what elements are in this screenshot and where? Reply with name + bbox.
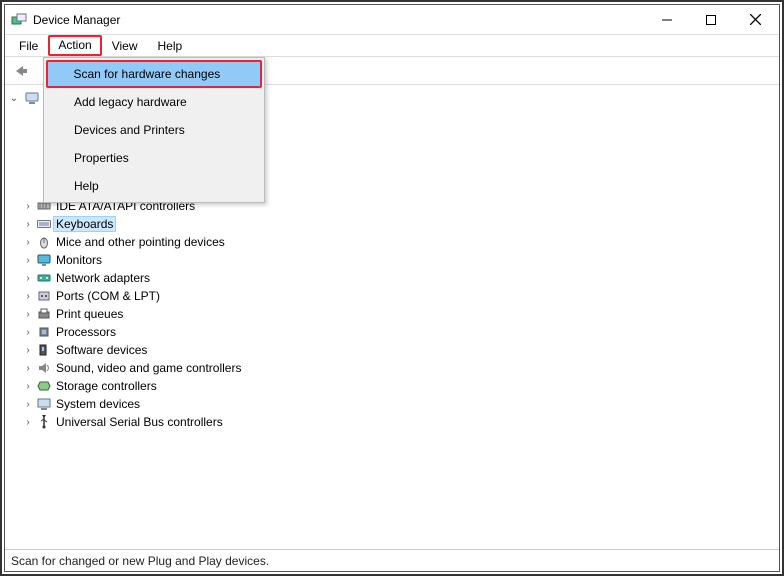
keyboard-icon <box>35 217 53 231</box>
tree-item[interactable]: › Mice and other pointing devices <box>21 233 777 251</box>
tree-item[interactable]: › Ports (COM & LPT) <box>21 287 777 305</box>
tree-item-label: Sound, video and game controllers <box>53 360 244 376</box>
maximize-button[interactable] <box>689 6 733 34</box>
expand-icon[interactable]: › <box>21 219 35 230</box>
tree-item-label: Keyboards <box>53 216 116 232</box>
tree-item-label: Universal Serial Bus controllers <box>53 414 226 430</box>
printer-icon <box>35 307 53 321</box>
window-controls <box>645 6 777 34</box>
expand-icon[interactable]: › <box>21 255 35 266</box>
menu-properties[interactable]: Properties <box>46 144 262 172</box>
menu-scan-hardware[interactable]: Scan for hardware changes <box>46 60 262 88</box>
cpu-icon <box>35 325 53 339</box>
tree-item[interactable]: › Keyboards <box>21 215 777 233</box>
expand-icon[interactable]: › <box>21 291 35 302</box>
tree-item[interactable]: › Print queues <box>21 305 777 323</box>
monitor-icon <box>35 253 53 267</box>
menu-help-item[interactable]: Help <box>46 172 262 200</box>
tree-item-label: Storage controllers <box>53 378 160 394</box>
tree-item-label: Monitors <box>53 252 105 268</box>
menu-file[interactable]: File <box>9 35 48 56</box>
tree-item[interactable]: › Sound, video and game controllers <box>21 359 777 377</box>
expand-icon[interactable]: › <box>21 309 35 320</box>
tree-item-label: Processors <box>53 324 119 340</box>
tree-item-label: Ports (COM & LPT) <box>53 288 163 304</box>
expand-icon[interactable]: › <box>21 237 35 248</box>
mouse-icon <box>35 235 53 249</box>
menu-add-legacy[interactable]: Add legacy hardware <box>46 88 262 116</box>
tree-item[interactable]: › Processors <box>21 323 777 341</box>
network-icon <box>35 271 53 285</box>
tree-item[interactable]: › Storage controllers <box>21 377 777 395</box>
device-manager-window: Device Manager File Action View Help Sca… <box>4 4 780 572</box>
expand-icon[interactable]: › <box>21 201 35 212</box>
menu-action[interactable]: Action <box>48 35 101 56</box>
app-icon <box>11 12 27 28</box>
close-button[interactable] <box>733 6 777 34</box>
expand-icon[interactable]: › <box>21 417 35 428</box>
tree-item-label: Mice and other pointing devices <box>53 234 228 250</box>
collapse-icon[interactable]: ⌄ <box>7 93 21 104</box>
window-title: Device Manager <box>33 13 645 27</box>
menu-help[interactable]: Help <box>148 35 193 56</box>
software-icon <box>35 343 53 357</box>
statusbar-text: Scan for changed or new Plug and Play de… <box>11 554 269 568</box>
computer-icon <box>24 91 40 105</box>
tree-item[interactable]: › System devices <box>21 395 777 413</box>
expand-icon[interactable]: › <box>21 327 35 338</box>
usb-icon <box>35 415 53 429</box>
action-menu-dropdown: Scan for hardware changes Add legacy har… <box>43 57 265 203</box>
tree-item-label: Print queues <box>53 306 126 322</box>
storage-icon <box>35 379 53 393</box>
menu-view[interactable]: View <box>102 35 148 56</box>
titlebar: Device Manager <box>5 5 779 35</box>
tree-item[interactable]: › Monitors <box>21 251 777 269</box>
minimize-button[interactable] <box>645 6 689 34</box>
tree-item-label: Network adapters <box>53 270 153 286</box>
menu-devices-printers[interactable]: Devices and Printers <box>46 116 262 144</box>
tree-item-label: Software devices <box>53 342 150 358</box>
expand-icon[interactable]: › <box>21 363 35 374</box>
ports-icon <box>35 289 53 303</box>
expand-icon[interactable]: › <box>21 399 35 410</box>
tree-item-label: System devices <box>53 396 143 412</box>
tree-item[interactable]: › Universal Serial Bus controllers <box>21 413 777 431</box>
sound-icon <box>35 361 53 375</box>
expand-icon[interactable]: › <box>21 345 35 356</box>
expand-icon[interactable]: › <box>21 381 35 392</box>
tree-item[interactable]: › Software devices <box>21 341 777 359</box>
system-icon <box>35 397 53 411</box>
back-button[interactable] <box>9 60 33 82</box>
tree-item[interactable]: › Network adapters <box>21 269 777 287</box>
statusbar: Scan for changed or new Plug and Play de… <box>5 549 779 571</box>
menubar: File Action View Help Scan for hardware … <box>5 35 779 57</box>
expand-icon[interactable]: › <box>21 273 35 284</box>
